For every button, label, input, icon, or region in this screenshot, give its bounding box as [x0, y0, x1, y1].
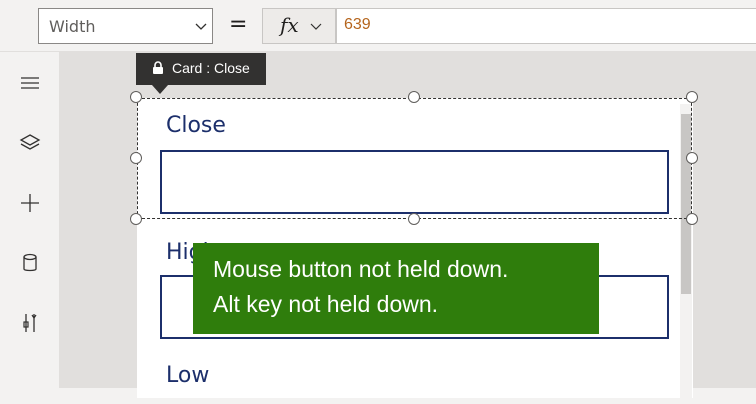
tools-icon[interactable]	[19, 312, 41, 334]
card-selection-frame[interactable]	[137, 98, 692, 219]
low-label: Low	[166, 363, 210, 388]
resize-handle-left[interactable]	[130, 152, 142, 164]
layers-icon[interactable]	[19, 132, 41, 154]
resize-handle-bottom-left[interactable]	[130, 213, 142, 225]
resize-handle-bottom[interactable]	[408, 213, 420, 225]
resize-handle-top[interactable]	[408, 91, 420, 103]
function-icon: fx	[280, 13, 299, 37]
status-line-alt: Alt key not held down.	[213, 291, 439, 317]
status-line-mouse: Mouse button not held down.	[213, 256, 509, 282]
formula-input[interactable]: 639	[336, 8, 756, 44]
equals-sign: =	[229, 12, 248, 37]
tooltip-arrow	[152, 85, 168, 94]
lock-icon	[153, 61, 163, 74]
chevron-down-icon	[195, 23, 207, 30]
resize-handle-bottom-right[interactable]	[686, 213, 698, 225]
resize-handle-top-right[interactable]	[686, 91, 698, 103]
tooltip-text: Card : Close	[172, 60, 250, 76]
card-tooltip: Card : Close	[136, 53, 266, 85]
status-overlay: Mouse button not held down. Alt key not …	[193, 243, 599, 334]
plus-icon[interactable]	[19, 192, 41, 214]
fx-button[interactable]: fx	[262, 8, 336, 44]
property-dropdown[interactable]: Width	[38, 8, 213, 44]
resize-handle-right[interactable]	[686, 152, 698, 164]
formula-bar: Width = fx 639	[0, 0, 756, 52]
chevron-down-icon	[310, 23, 322, 30]
formula-value: 639	[344, 16, 371, 33]
property-value: Width	[49, 17, 96, 36]
database-icon[interactable]	[19, 252, 41, 274]
left-rail	[0, 52, 60, 388]
hamburger-menu-icon[interactable]	[19, 72, 41, 94]
resize-handle-top-left[interactable]	[130, 91, 142, 103]
